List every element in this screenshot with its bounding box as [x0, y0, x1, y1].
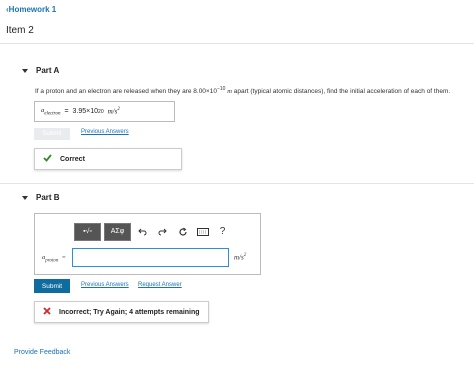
undo-icon[interactable]: [134, 223, 151, 240]
triangle-down-icon: [22, 195, 28, 200]
var-equals: =: [62, 254, 66, 261]
breadcrumb: ‹Homework 1: [6, 5, 56, 14]
answer-unit-exponent: 2: [117, 107, 120, 113]
page-title: Item 2: [6, 25, 34, 36]
request-answer-link[interactable]: Request Answer: [138, 282, 182, 288]
part-b-heading: Part B: [36, 193, 60, 202]
answer-equals: =: [64, 108, 69, 115]
part-b-previous-answers-link[interactable]: Previous Answers: [81, 282, 129, 288]
question-text-start: If a proton and an electron are released…: [35, 88, 217, 96]
part-b-header[interactable]: Part B: [22, 193, 60, 202]
provide-feedback-link[interactable]: Provide Feedback: [14, 349, 70, 356]
templates-label: ▪√▫: [83, 228, 92, 235]
templates-button[interactable]: ▪√▫: [74, 222, 101, 241]
feedback-text: Incorrect; Try Again; 4 attempts remaini…: [59, 308, 200, 316]
header-divider: [0, 43, 474, 44]
question-unit: m: [227, 88, 232, 96]
help-label: ?: [219, 226, 226, 237]
math-toolbar: ▪√▫ ΑΣφ ?: [74, 222, 231, 241]
back-link-label: Homework 1: [8, 5, 57, 14]
part-a-header[interactable]: Part A: [22, 66, 59, 75]
part-a-feedback: Correct: [34, 148, 182, 170]
help-button[interactable]: ?: [214, 223, 231, 240]
answer-mantissa: 3.95×10: [72, 108, 99, 115]
proton-acceleration-input[interactable]: [72, 248, 229, 267]
var-subscript: proton: [45, 258, 59, 264]
part-a-submit-button: Submit: [34, 128, 70, 140]
unit-label: m/s2: [234, 253, 246, 261]
keyboard-icon[interactable]: [194, 223, 211, 240]
answer-exponent: 20: [98, 108, 104, 115]
redo-icon[interactable]: [154, 223, 171, 240]
answer-var-subscript: electron: [44, 111, 61, 117]
answer-variable: aelectron: [41, 107, 60, 116]
feedback-text: Correct: [60, 155, 85, 163]
unit-text: m/s: [234, 253, 244, 262]
triangle-down-icon: [22, 68, 28, 73]
x-icon: [43, 307, 51, 317]
back-to-homework-link[interactable]: ‹Homework 1: [6, 5, 56, 14]
symbols-label: ΑΣφ: [110, 228, 125, 235]
part-a-heading: Part A: [36, 66, 60, 75]
part-divider: [0, 183, 474, 184]
part-a-previous-answers-link[interactable]: Previous Answers: [81, 129, 129, 135]
unit-exponent: 2: [243, 253, 247, 258]
symbols-button[interactable]: ΑΣφ: [104, 222, 131, 241]
part-b-feedback: Incorrect; Try Again; 4 attempts remaini…: [34, 301, 209, 323]
proton-variable-label: aproton =: [42, 254, 66, 263]
part-a-question: If a proton and an electron are released…: [35, 86, 450, 95]
checkmark-icon: [43, 154, 52, 164]
question-exponent: −10: [216, 86, 226, 92]
part-b-submit-button[interactable]: Submit: [34, 279, 70, 293]
answer-unit: m/s2: [108, 107, 120, 115]
question-text-end: apart (typical atomic distances), find t…: [233, 88, 451, 96]
answer-unit-text: m/s: [107, 107, 118, 116]
part-a-answer-box: aelectron = 3.95×10 20 m/s2: [34, 101, 175, 122]
reset-icon[interactable]: [174, 223, 191, 240]
